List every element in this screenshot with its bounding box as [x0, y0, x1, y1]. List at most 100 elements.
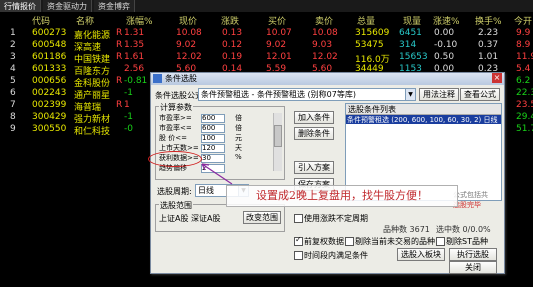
params-title: 计算参数 [159, 102, 193, 113]
cell-cur: 6451 [399, 28, 422, 38]
run-selection-button[interactable]: 执行选股 [449, 248, 497, 261]
chevron-down-icon[interactable]: ▼ [405, 89, 415, 100]
time-range-checkbox[interactable] [294, 251, 303, 260]
close-button[interactable]: 关闭 [449, 261, 497, 274]
param-input[interactable]: 600 [201, 114, 225, 123]
dialog-titlebar: 条件选股 × [151, 73, 504, 85]
param-label: 市盈率<= [159, 124, 192, 132]
cell-chg: 0.12 [222, 40, 243, 50]
range-value: 上证A股 深证A股 [159, 214, 221, 223]
delete-condition-button[interactable]: 删除条件 [294, 127, 334, 140]
variable-period-checkbox[interactable] [294, 214, 303, 223]
cell-bid: 9.02 [266, 40, 287, 50]
col-ask[interactable]: 卖价 [315, 14, 333, 27]
col-speed[interactable]: 涨速% [433, 14, 460, 27]
select-into-board-button[interactable]: 选股入板块 [397, 248, 445, 261]
cell-pct: -0.81 [124, 76, 148, 86]
close-icon[interactable]: × [492, 73, 502, 83]
col-volume[interactable]: 总量 [357, 14, 375, 27]
param-input[interactable]: 100 [201, 134, 225, 143]
formula-select-value: 条件预警租选 - 条件预警租选 (别称07等库) [201, 90, 356, 99]
cell-idx: 2 [10, 40, 16, 50]
cell-turn: 1.01 [478, 52, 499, 62]
cell-chg: 0.19 [222, 52, 243, 62]
col-change[interactable]: 涨跌 [221, 14, 239, 27]
col-bid[interactable]: 买价 [268, 14, 286, 27]
cell-speed: 0.50 [434, 52, 455, 62]
cell-idx: 3 [10, 52, 16, 62]
tab-quotes[interactable]: 行情报价 [0, 0, 41, 12]
col-open[interactable]: 今开 [514, 14, 532, 27]
col-turnover[interactable]: 换手% [475, 14, 502, 27]
exclude-untraded-label: 剔除当前未交易的品种 [355, 237, 435, 246]
cell-idx: 5 [10, 76, 16, 86]
cell-ask: 12.02 [312, 52, 338, 62]
period-label: 选股周期: [157, 187, 192, 196]
cell-flag: R [116, 76, 123, 86]
change-range-button[interactable]: 改变范围 [243, 211, 281, 224]
cell-ask: 10.08 [312, 28, 338, 38]
cell-pct: -0 [124, 124, 133, 134]
col-cur-volume[interactable]: 现量 [403, 14, 421, 27]
cell-flag: R [116, 40, 123, 50]
tab-fund-game[interactable]: 资金博弈 [94, 0, 135, 12]
cell-price: 9.02 [176, 40, 197, 50]
param-unit: 倍 [235, 114, 242, 122]
cell-idx: 6 [10, 88, 16, 98]
table-row[interactable]: 1 600273 嘉化能源 R 1.31 10.08 0.13 10.07 10.08 31560… [0, 28, 533, 41]
col-code[interactable]: 代码 [32, 14, 50, 27]
cell-flag: R [116, 100, 123, 110]
param-input[interactable]: 120 [201, 144, 225, 153]
tab-bar: 行情报价 资金驱动力 资金博弈 [0, 0, 533, 12]
params-scrollbar[interactable] [273, 113, 282, 171]
param-label: 股 价<= [159, 134, 187, 142]
cell-price: 12.02 [176, 52, 202, 62]
forward-adjust-checkbox[interactable] [294, 235, 303, 246]
cell-idx: 8 [10, 112, 16, 122]
import-scheme-button[interactable]: 引入方案 [294, 161, 334, 174]
forward-adjust-label: 前复权数据 [304, 237, 344, 246]
cell-cur: 15653 [399, 52, 428, 62]
table-row[interactable]: 2 600548 深高速 R 1.35 9.02 0.12 9.02 9.03 53475 314-… [0, 40, 533, 53]
condition-list-header: 选股条件列表 [346, 104, 501, 115]
cell-open: 6.2 [516, 76, 531, 86]
condition-list-item[interactable]: 条件预警租选 (200, 600, 100, 60, 30, 2) 日线 [346, 115, 501, 124]
cell-open: 5.4 [516, 64, 531, 74]
col-change-pct[interactable]: 涨幅% [126, 14, 153, 27]
tab-fund-driver[interactable]: 资金驱动力 [43, 0, 92, 12]
col-name[interactable]: 名称 [76, 14, 94, 27]
cell-bid: 12.01 [266, 52, 292, 62]
dialog-title: 条件选股 [165, 74, 197, 83]
cell-speed: 0.00 [434, 28, 455, 38]
cell-code: 600273 [32, 28, 67, 38]
param-unit: 天 [235, 144, 242, 152]
view-formula-button[interactable]: 查看公式 [460, 88, 500, 101]
param-unit: 元 [235, 134, 242, 142]
cell-idx: 7 [10, 100, 16, 110]
cell-pct: 1 [124, 100, 130, 110]
formula-select[interactable]: 条件预警租选 - 条件预警租选 (别称07等库) ▼ [198, 88, 416, 101]
cell-pct: 1.61 [124, 52, 145, 62]
highlight-circle [148, 151, 202, 167]
usage-notes-button[interactable]: 用法注释 [419, 88, 459, 101]
annotation-caption: 设置成2晚上复盘用，找牛股方便！ [226, 185, 458, 207]
add-condition-button[interactable]: 加入条件 [294, 111, 334, 124]
cell-open: 51.7 [516, 124, 533, 134]
cell-open: 22.3 [516, 88, 533, 98]
param-input[interactable]: 600 [201, 124, 225, 133]
exclude-st-checkbox[interactable] [436, 237, 445, 246]
exclude-st-label: 剔除ST品种 [446, 237, 488, 246]
app-icon [153, 74, 162, 83]
cell-code: 000656 [32, 76, 67, 86]
cell-turn: 0.37 [478, 40, 499, 50]
cell-open: 29.4 [516, 112, 533, 122]
cell-flag: R [116, 52, 123, 62]
cell-code: 002399 [32, 100, 67, 110]
col-price[interactable]: 现价 [179, 14, 197, 27]
exclude-untraded-checkbox[interactable] [345, 237, 354, 246]
cell-pct: 2.56 [124, 64, 145, 74]
cell-pct: -1 [124, 112, 133, 122]
table-row[interactable]: 3 601186 中国铁建 R 1.61 12.02 0.19 12.01 12.02 116.0… [0, 52, 533, 65]
quote-table-header: 代码 名称 涨幅% 现价 涨跌 买价 卖价 总量 现量 涨速% 换手% 今开 [0, 14, 533, 27]
cell-cur: 314 [399, 40, 417, 50]
